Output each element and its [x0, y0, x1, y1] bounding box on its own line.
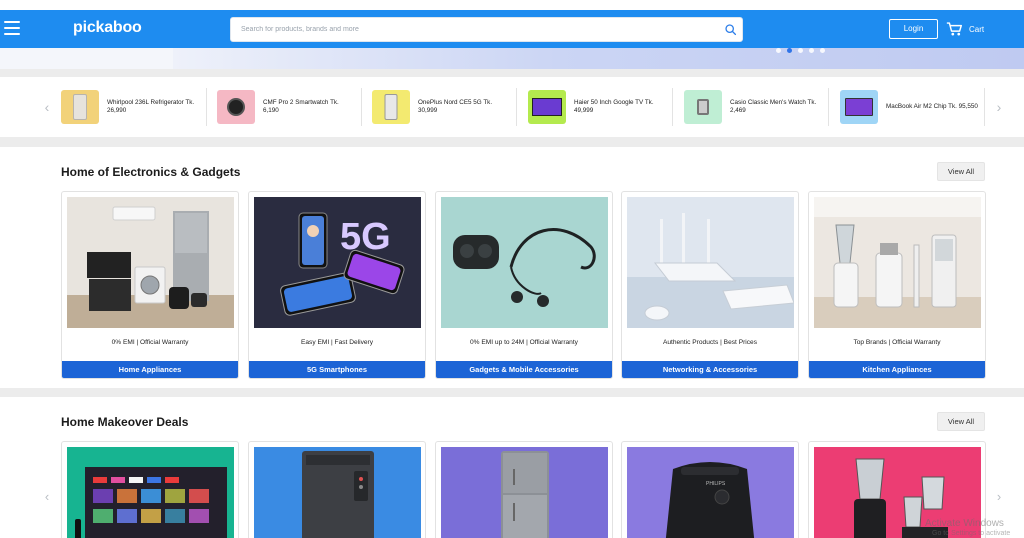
section-title: Home of Electronics & Gadgets: [61, 165, 241, 179]
carousel-dot[interactable]: [798, 48, 803, 53]
windows-watermark: Activate Windows: [925, 518, 1004, 529]
hero-banner: [0, 48, 1024, 69]
strip-item-label: OnePlus Nord CE5 5G Tk. 30,999: [418, 98, 493, 115]
strip-item-laptop[interactable]: MacBook Air M2 Chip Tk. 95,550: [840, 88, 978, 126]
air-fryer-image: PHILIPS: [627, 447, 794, 538]
deal-card-refrigerator[interactable]: [435, 441, 613, 538]
divider: [672, 88, 673, 126]
laptop-icon: [840, 90, 878, 124]
category-label[interactable]: Networking & Accessories: [622, 361, 798, 378]
carousel-dot[interactable]: [820, 48, 825, 53]
category-card-networking[interactable]: Authentic Products | Best Prices Network…: [621, 191, 799, 379]
networking-image: [627, 197, 794, 328]
search-bar: [230, 17, 743, 42]
search-input[interactable]: [241, 18, 721, 41]
divider: [984, 88, 985, 126]
chevron-right-icon[interactable]: ›: [992, 99, 1006, 115]
category-label[interactable]: Gadgets & Mobile Accessories: [436, 361, 612, 378]
strip-item-smartwatch[interactable]: CMF Pro 2 Smartwatch Tk. 6,190: [217, 88, 355, 126]
tv-icon: [528, 90, 566, 124]
strip-item-label: CMF Pro 2 Smartwatch Tk. 6,190: [263, 98, 339, 115]
5g-neon-text: 5G: [340, 216, 391, 258]
category-label[interactable]: 5G Smartphones: [249, 361, 425, 378]
card-note: 0% EMI up to 24M | Official Warranty: [470, 339, 578, 346]
air-fryer-brand: PHILIPS: [706, 481, 726, 487]
cart-icon: [946, 22, 963, 36]
pickaboo-logo[interactable]: pickaboo: [73, 19, 142, 37]
hamburger-menu-icon[interactable]: [4, 21, 20, 35]
section-title: Home Makeover Deals: [61, 415, 189, 429]
hero-banner-image[interactable]: [173, 48, 1024, 69]
wristwatch-icon: [684, 90, 722, 124]
view-all-button[interactable]: View All: [937, 162, 985, 181]
category-label[interactable]: Home Appliances: [62, 361, 238, 378]
kitchen-appliances-image: [814, 197, 981, 328]
strip-item-smartphone[interactable]: OnePlus Nord CE5 5G Tk. 30,999: [372, 88, 510, 126]
view-all-button[interactable]: View All: [937, 412, 985, 431]
carousel-dot[interactable]: [776, 48, 781, 53]
windows-watermark-subtext: Go to Settings to activate: [932, 530, 1011, 537]
smart-tv-image: [67, 447, 234, 538]
login-button[interactable]: Login: [889, 19, 938, 39]
strip-item-tv[interactable]: Haier 50 Inch Google TV Tk. 49,999: [528, 88, 666, 126]
deal-card-smart-tv[interactable]: [61, 441, 239, 538]
card-note: 0% EMI | Official Warranty: [111, 339, 189, 346]
carousel-dot-active[interactable]: [787, 48, 792, 53]
section-electronics: Home of Electronics & Gadgets View All 0…: [0, 147, 1024, 388]
washing-machine-image: [254, 447, 421, 538]
divider: [828, 88, 829, 126]
category-card-kitchen-appliances[interactable]: Top Brands | Official Warranty Kitchen A…: [808, 191, 986, 379]
refrigerator-icon: [61, 90, 99, 124]
strip-item-label: MacBook Air M2 Chip Tk. 95,550: [886, 102, 978, 110]
section-home-makeover: Home Makeover Deals View All ‹ › PHILIPS: [0, 397, 1024, 538]
deal-card-air-fryer[interactable]: PHILIPS: [621, 441, 799, 538]
category-card-5g-smartphones[interactable]: 5G Easy EMI | Fast Delivery 5G Smartphon…: [248, 191, 426, 379]
card-note: Top Brands | Official Warranty: [853, 339, 941, 346]
home-appliances-image: [67, 197, 234, 328]
divider: [516, 88, 517, 126]
5g-smartphones-image: 5G: [254, 197, 421, 328]
featured-products-strip: ‹ Whirlpool 236L Refrigerator Tk. 26,990…: [0, 77, 1024, 137]
strip-item-label: Whirlpool 236L Refrigerator Tk. 26,990: [107, 98, 195, 115]
divider: [361, 88, 362, 126]
divider: [206, 88, 207, 126]
header: pickaboo Login Cart: [0, 10, 1024, 48]
chevron-left-icon[interactable]: ‹: [41, 489, 53, 505]
category-label[interactable]: Kitchen Appliances: [809, 361, 985, 378]
chevron-left-icon[interactable]: ‹: [40, 99, 54, 115]
search-icon[interactable]: [724, 23, 737, 36]
strip-item-label: Casio Classic Men's Watch Tk. 2,469: [730, 98, 817, 115]
carousel-dot[interactable]: [809, 48, 814, 53]
category-card-gadgets[interactable]: 0% EMI up to 24M | Official Warranty Gad…: [435, 191, 613, 379]
refrigerator-image: [441, 447, 608, 538]
top-white-strip: [0, 0, 1024, 10]
deal-card-washing-machine[interactable]: [248, 441, 426, 538]
smartwatch-icon: [217, 90, 255, 124]
chevron-right-icon[interactable]: ›: [993, 489, 1005, 505]
card-note: Easy EMI | Fast Delivery: [300, 339, 374, 346]
gadgets-image: [441, 197, 608, 328]
carousel-dots: [776, 48, 825, 53]
smartphone-icon: [372, 90, 410, 124]
category-card-home-appliances[interactable]: 0% EMI | Official Warranty Home Applianc…: [61, 191, 239, 379]
strip-item-label: Haier 50 Inch Google TV Tk. 49,999: [574, 98, 654, 115]
strip-item-wristwatch[interactable]: Casio Classic Men's Watch Tk. 2,469: [684, 88, 822, 126]
strip-item-refrigerator[interactable]: Whirlpool 236L Refrigerator Tk. 26,990: [61, 88, 199, 126]
cart-button[interactable]: Cart: [946, 20, 984, 38]
card-note: Authentic Products | Best Prices: [662, 339, 758, 346]
cart-label: Cart: [969, 24, 985, 34]
